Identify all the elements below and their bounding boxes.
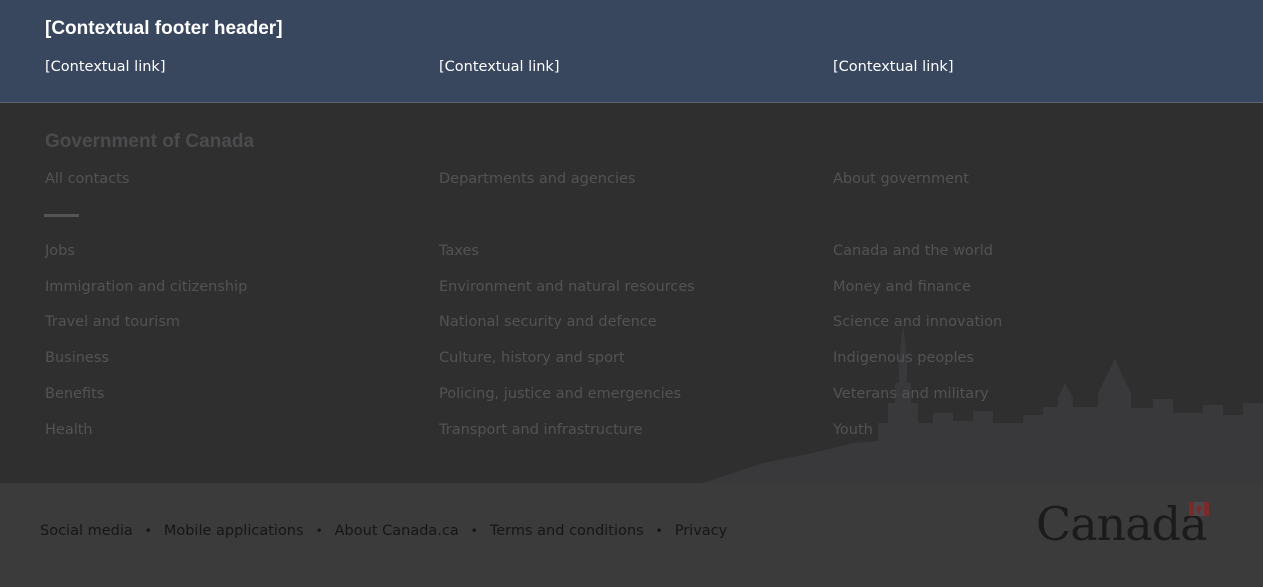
footer-link-culture[interactable]: Culture, history and sport	[439, 350, 625, 366]
bullet-separator: •	[315, 524, 323, 538]
contextual-link-2[interactable]: [Contextual link]	[439, 59, 559, 75]
contextual-footer: [Contextual footer header] [Contextual l…	[0, 0, 1263, 103]
bottom-bar: Social media • Mobile applications • Abo…	[0, 483, 1263, 587]
footer-link-taxes[interactable]: Taxes	[439, 243, 479, 259]
terms-conditions-link[interactable]: Terms and conditions	[490, 523, 644, 539]
bullet-separator: •	[470, 524, 478, 538]
footer-link-science[interactable]: Science and innovation	[833, 314, 1002, 330]
footer-link-transport[interactable]: Transport and infrastructure	[439, 422, 643, 438]
canada-wordmark-text: Canada	[1036, 497, 1208, 551]
footer-link-health[interactable]: Health	[45, 422, 93, 438]
footer-link-canada-world[interactable]: Canada and the world	[833, 243, 993, 259]
footer-link-environment[interactable]: Environment and natural resources	[439, 279, 695, 295]
contextual-link-3[interactable]: [Contextual link]	[833, 59, 953, 75]
about-government-link[interactable]: About government	[833, 171, 969, 187]
footer-link-indigenous[interactable]: Indigenous peoples	[833, 350, 974, 366]
canada-wordmark: Canada	[1036, 500, 1211, 548]
departments-agencies-link[interactable]: Departments and agencies	[439, 171, 635, 187]
section-divider	[44, 214, 79, 217]
contextual-footer-header: [Contextual footer header]	[45, 18, 283, 39]
main-footer: Government of Canada All contacts Depart…	[0, 103, 1263, 483]
footer-link-money[interactable]: Money and finance	[833, 279, 971, 295]
footer-link-veterans[interactable]: Veterans and military	[833, 386, 989, 402]
all-contacts-link[interactable]: All contacts	[45, 171, 129, 187]
footer-link-benefits[interactable]: Benefits	[45, 386, 104, 402]
privacy-link[interactable]: Privacy	[675, 523, 728, 539]
bullet-separator: •	[655, 524, 663, 538]
social-media-link[interactable]: Social media	[40, 523, 133, 539]
footer-link-policing[interactable]: Policing, justice and emergencies	[439, 386, 681, 402]
footer-link-travel[interactable]: Travel and tourism	[45, 314, 180, 330]
mobile-applications-link[interactable]: Mobile applications	[164, 523, 304, 539]
footer-link-immigration[interactable]: Immigration and citizenship	[45, 279, 247, 295]
canada-flag-icon	[1189, 502, 1209, 516]
footer-link-youth[interactable]: Youth	[833, 422, 873, 438]
contextual-link-1[interactable]: [Contextual link]	[45, 59, 165, 75]
footer-link-security[interactable]: National security and defence	[439, 314, 657, 330]
footer-link-business[interactable]: Business	[45, 350, 109, 366]
footer-link-jobs[interactable]: Jobs	[45, 243, 75, 259]
about-canada-link[interactable]: About Canada.ca	[335, 523, 459, 539]
government-of-canada-title: Government of Canada	[45, 131, 255, 152]
bottom-links: Social media • Mobile applications • Abo…	[40, 523, 727, 539]
bullet-separator: •	[144, 524, 152, 538]
